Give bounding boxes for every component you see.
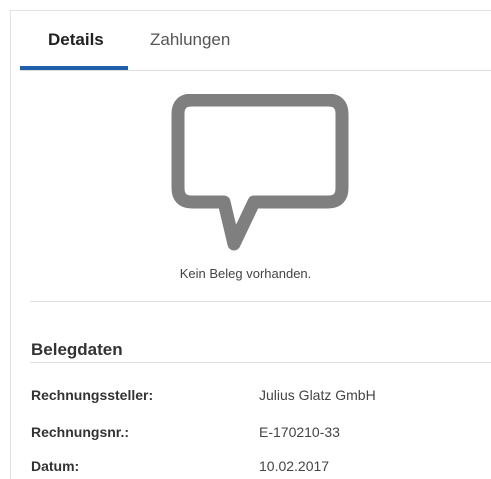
field-label: Rechnungsnr.: xyxy=(31,424,130,440)
tab-details[interactable]: Details xyxy=(48,30,104,50)
field-value: 10.02.2017 xyxy=(259,458,330,474)
field-value: E-170210-33 xyxy=(259,424,340,440)
empty-state-message: Kein Beleg vorhanden. xyxy=(179,266,312,281)
tab-bar: Details Zahlungen xyxy=(20,24,491,71)
speech-bubble-icon xyxy=(171,94,349,251)
field-label: Datum: xyxy=(31,458,80,474)
field-row-datum: Datum: 10.02.2017 xyxy=(31,458,491,478)
field-row-rechnungsnr: Rechnungsnr.: E-170210-33 xyxy=(31,424,491,444)
tab-zahlungen[interactable]: Zahlungen xyxy=(150,30,230,50)
field-label: Rechnungssteller: xyxy=(31,387,154,403)
divider xyxy=(30,301,491,302)
field-value: Julius Glatz GmbH xyxy=(259,387,376,403)
field-row-rechnungssteller: Rechnungssteller: Julius Glatz GmbH xyxy=(31,387,491,407)
active-tab-indicator xyxy=(20,66,128,70)
divider xyxy=(30,362,491,363)
section-title-belegdaten: Belegdaten xyxy=(31,340,123,359)
